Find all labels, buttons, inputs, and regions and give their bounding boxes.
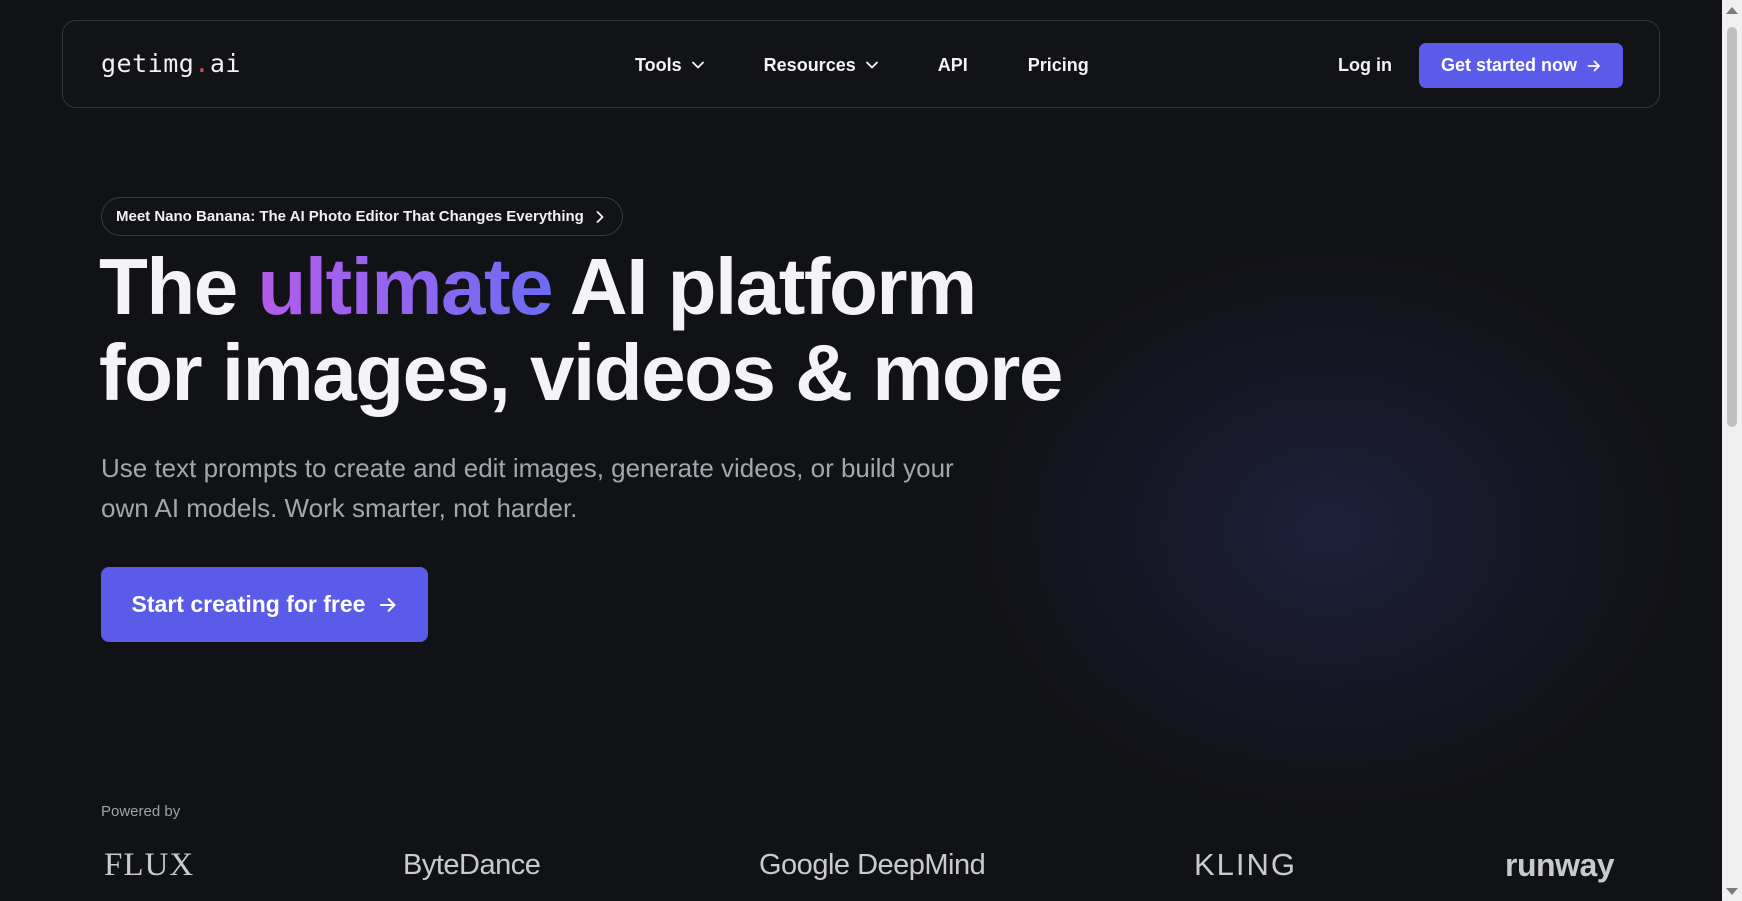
nav-item-pricing[interactable]: Pricing	[1028, 55, 1089, 76]
nav-item-tools[interactable]: Tools	[635, 55, 704, 76]
nav-item-label: Tools	[635, 54, 682, 75]
chevron-right-icon	[596, 210, 604, 223]
scrollbar-thumb[interactable]	[1727, 27, 1737, 427]
nav-item-label: Resources	[763, 54, 856, 75]
headline-highlight: ultimate	[257, 242, 553, 331]
start-creating-button[interactable]: Start creating for free	[101, 567, 428, 642]
brand-logo-bytedance: ByteDance	[403, 848, 541, 881]
start-creating-label: Start creating for free	[131, 591, 366, 617]
arrow-right-icon	[380, 597, 396, 612]
top-navbar: getimg.ai Tools Resources API Pricing Lo…	[62, 20, 1660, 108]
logo[interactable]: getimg.ai	[101, 49, 241, 78]
announcement-pill[interactable]: Meet Nano Banana: The AI Photo Editor Th…	[101, 197, 623, 236]
brand-logo-flux: FLUX	[104, 846, 195, 883]
nav-item-label: Pricing	[1027, 54, 1089, 75]
vertical-scrollbar[interactable]	[1722, 0, 1742, 901]
get-started-label: Get started now	[1440, 55, 1578, 75]
nav-links: Tools Resources API Pricing	[635, 21, 1149, 109]
arrow-right-icon	[1587, 60, 1600, 71]
brand-logo-google-deepmind: Google DeepMind	[759, 848, 986, 881]
headline-line2: for images, videos & more	[99, 328, 1063, 417]
nav-item-label: API	[937, 54, 968, 75]
headline-part2: AI platform	[552, 242, 977, 331]
hero-subtitle: Use text prompts to create and edit imag…	[101, 453, 954, 523]
nav-item-api[interactable]: API	[938, 55, 968, 76]
background-glow	[980, 250, 1680, 810]
hero-headline: The ultimate AI platform for images, vid…	[99, 242, 1063, 417]
scroll-up-arrow-icon[interactable]	[1726, 7, 1738, 14]
announcement-text: Meet Nano Banana: The AI Photo Editor Th…	[116, 208, 584, 225]
page: getimg.ai Tools Resources API Pricing Lo…	[0, 0, 1742, 901]
headline-part1: The	[99, 242, 258, 331]
logo-dot: .	[194, 49, 210, 78]
login-link[interactable]: Log in	[1338, 21, 1392, 109]
chevron-down-icon	[865, 61, 878, 69]
logo-tld: ai	[209, 49, 241, 78]
powered-by-label: Powered by	[101, 803, 181, 820]
nav-item-resources[interactable]: Resources	[764, 55, 878, 76]
brand-logo-runway: runway	[1505, 846, 1615, 883]
chevron-down-icon	[691, 61, 704, 69]
logo-main: getimg	[101, 49, 195, 78]
brand-logo-kling: KLING	[1194, 847, 1298, 882]
scroll-down-arrow-icon[interactable]	[1726, 888, 1738, 895]
get-started-button[interactable]: Get started now	[1419, 43, 1623, 88]
